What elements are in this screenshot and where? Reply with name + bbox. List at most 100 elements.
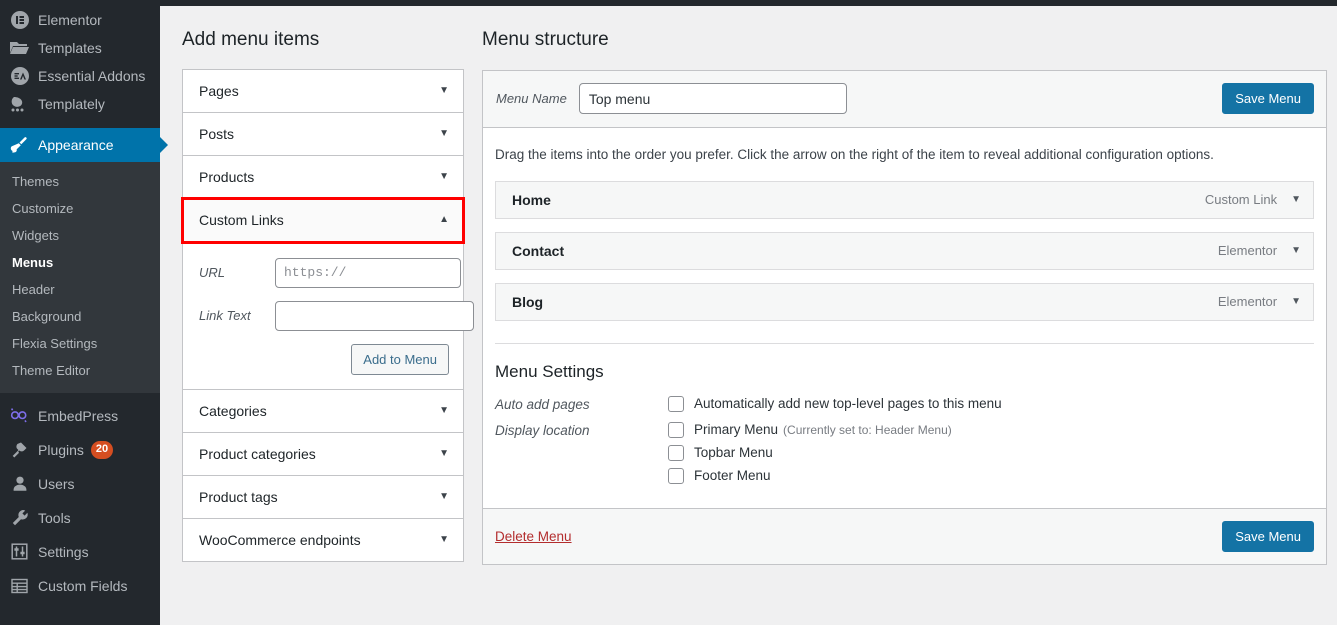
- auto-add-pages-row: Auto add pages Automatically add new top…: [495, 396, 1314, 412]
- accordion-item-custom-links: Custom Links ▲: [183, 199, 463, 242]
- folder-icon: [9, 38, 30, 58]
- sidebar-item-tools[interactable]: Tools: [0, 501, 160, 535]
- embedpress-icon: [9, 406, 30, 426]
- menu-structure-panel: Menu Name Save Menu Drag the items into …: [482, 70, 1327, 565]
- menu-item-row[interactable]: Blog Elementor ▼: [495, 283, 1314, 321]
- chevron-down-icon[interactable]: ▼: [1291, 297, 1301, 307]
- sidebar-item-essential-addons[interactable]: Essential Addons: [0, 62, 160, 90]
- location-option-primary-menu[interactable]: Primary Menu (Currently set to: Header M…: [668, 422, 1314, 438]
- sidebar-item-plugins[interactable]: Plugins 20: [0, 433, 160, 467]
- accordion-label: Custom Links: [199, 212, 439, 228]
- menu-item-row[interactable]: Contact Elementor ▼: [495, 232, 1314, 270]
- sidebar-item-users[interactable]: Users: [0, 467, 160, 501]
- chevron-down-icon[interactable]: ▼: [439, 492, 449, 502]
- accordion-label: Product tags: [199, 489, 439, 505]
- menu-name-input[interactable]: [579, 83, 847, 114]
- location-option-footer-menu[interactable]: Footer Menu: [668, 468, 1314, 484]
- sidebar-item-label: Plugins: [38, 443, 84, 457]
- checkbox-primary-menu[interactable]: [668, 422, 684, 438]
- accordion-item-posts: Posts ▼: [183, 113, 463, 156]
- accordion-item-product-categories: Product categories ▼: [183, 433, 463, 476]
- sidebar-item-label: Users: [38, 477, 75, 491]
- menu-items-list: Home Custom Link ▼ Contact Elementor ▼ B…: [495, 181, 1314, 321]
- menu-name-label: Menu Name: [495, 91, 567, 106]
- chevron-down-icon[interactable]: ▼: [439, 86, 449, 96]
- chevron-up-icon[interactable]: ▲: [439, 215, 449, 225]
- checkbox-label: Automatically add new top-level pages to…: [694, 396, 1002, 411]
- url-input[interactable]: [275, 258, 461, 288]
- accordion-item-pages: Pages ▼: [183, 70, 463, 113]
- save-menu-button-top[interactable]: Save Menu: [1222, 83, 1314, 114]
- accordion-label: WooCommerce endpoints: [199, 532, 439, 548]
- menu-item-title: Home: [512, 192, 1205, 208]
- sidebar-subitem-theme-editor[interactable]: Theme Editor: [0, 358, 160, 385]
- sidebar-item-label: EmbedPress: [38, 409, 118, 423]
- link-text-field-row: Link Text: [197, 301, 449, 331]
- sidebar-item-label: Templates: [38, 41, 102, 55]
- chevron-down-icon[interactable]: ▼: [1291, 246, 1301, 256]
- sidebar-item-label: Elementor: [38, 13, 102, 27]
- save-menu-button-bottom[interactable]: Save Menu: [1222, 521, 1314, 552]
- link-text-label: Link Text: [197, 308, 275, 323]
- sidebar-subitem-header[interactable]: Header: [0, 277, 160, 304]
- plugins-update-badge: 20: [91, 441, 113, 459]
- accordion-header-pages[interactable]: Pages ▼: [183, 70, 463, 112]
- delete-menu-link[interactable]: Delete Menu: [495, 529, 572, 544]
- checkbox-label: Footer Menu: [694, 468, 771, 483]
- accordion-item-woocommerce-endpoints: WooCommerce endpoints ▼: [183, 519, 463, 561]
- sidebar-subitem-flexia-settings[interactable]: Flexia Settings: [0, 331, 160, 358]
- accordion-header-posts[interactable]: Posts ▼: [183, 113, 463, 155]
- add-menu-items-column: Add menu items Pages ▼ Posts ▼ Products …: [182, 28, 464, 562]
- essential-addons-icon: [9, 66, 30, 86]
- admin-sidebar: Elementor Templates Essential Addons: [0, 0, 160, 625]
- link-text-input[interactable]: [275, 301, 474, 331]
- accordion-item-product-tags: Product tags ▼: [183, 476, 463, 519]
- plug-icon: [9, 440, 30, 460]
- checkbox-topbar-menu[interactable]: [668, 445, 684, 461]
- url-label: URL: [197, 265, 275, 280]
- wrench-icon: [9, 508, 30, 528]
- sidebar-item-appearance[interactable]: Appearance: [0, 128, 160, 162]
- menu-item-type: Custom Link: [1205, 192, 1277, 207]
- accordion-header-woocommerce-endpoints[interactable]: WooCommerce endpoints ▼: [183, 519, 463, 561]
- sidebar-subitem-background[interactable]: Background: [0, 304, 160, 331]
- accordion-header-products[interactable]: Products ▼: [183, 156, 463, 198]
- sidebar-item-embedpress[interactable]: EmbedPress: [0, 399, 160, 433]
- checkbox-auto-add-pages[interactable]: [668, 396, 684, 412]
- menu-item-title: Contact: [512, 243, 1218, 259]
- sidebar-item-custom-fields[interactable]: Custom Fields: [0, 569, 160, 603]
- accordion-header-product-tags[interactable]: Product tags ▼: [183, 476, 463, 518]
- location-option-topbar-menu[interactable]: Topbar Menu: [668, 445, 1314, 461]
- menu-structure-title: Menu structure: [482, 28, 1327, 53]
- sidebar-item-elementor[interactable]: Elementor: [0, 6, 160, 34]
- sidebar-item-settings[interactable]: Settings: [0, 535, 160, 569]
- add-to-menu-button[interactable]: Add to Menu: [351, 344, 449, 375]
- chevron-down-icon[interactable]: ▼: [439, 406, 449, 416]
- sidebar-subitem-widgets[interactable]: Widgets: [0, 223, 160, 250]
- sidebar-item-templately[interactable]: Templately: [0, 90, 160, 118]
- menu-item-type: Elementor: [1218, 243, 1277, 258]
- chevron-down-icon[interactable]: ▼: [439, 535, 449, 545]
- auto-add-pages-label: Auto add pages: [495, 396, 668, 412]
- sidebar-subitem-customize[interactable]: Customize: [0, 196, 160, 223]
- sidebar-item-label: Settings: [38, 545, 89, 559]
- menu-item-row[interactable]: Home Custom Link ▼: [495, 181, 1314, 219]
- accordion-label: Posts: [199, 126, 439, 142]
- custom-links-actions: Add to Menu: [197, 344, 449, 375]
- accordion-header-product-categories[interactable]: Product categories ▼: [183, 433, 463, 475]
- accordion-header-custom-links[interactable]: Custom Links ▲: [183, 199, 463, 241]
- url-field-row: URL: [197, 258, 449, 288]
- chevron-down-icon[interactable]: ▼: [439, 449, 449, 459]
- accordion-item-products: Products ▼: [183, 156, 463, 199]
- sidebar-subitem-themes[interactable]: Themes: [0, 169, 160, 196]
- sidebar-item-templates[interactable]: Templates: [0, 34, 160, 62]
- paintbrush-icon: [9, 135, 30, 155]
- menu-structure-body: Drag the items into the order you prefer…: [483, 128, 1326, 508]
- sidebar-subitem-menus[interactable]: Menus: [0, 250, 160, 277]
- chevron-down-icon[interactable]: ▼: [439, 172, 449, 182]
- auto-add-pages-option[interactable]: Automatically add new top-level pages to…: [668, 396, 1314, 412]
- checkbox-footer-menu[interactable]: [668, 468, 684, 484]
- accordion-header-categories[interactable]: Categories ▼: [183, 390, 463, 432]
- chevron-down-icon[interactable]: ▼: [1291, 195, 1301, 205]
- chevron-down-icon[interactable]: ▼: [439, 129, 449, 139]
